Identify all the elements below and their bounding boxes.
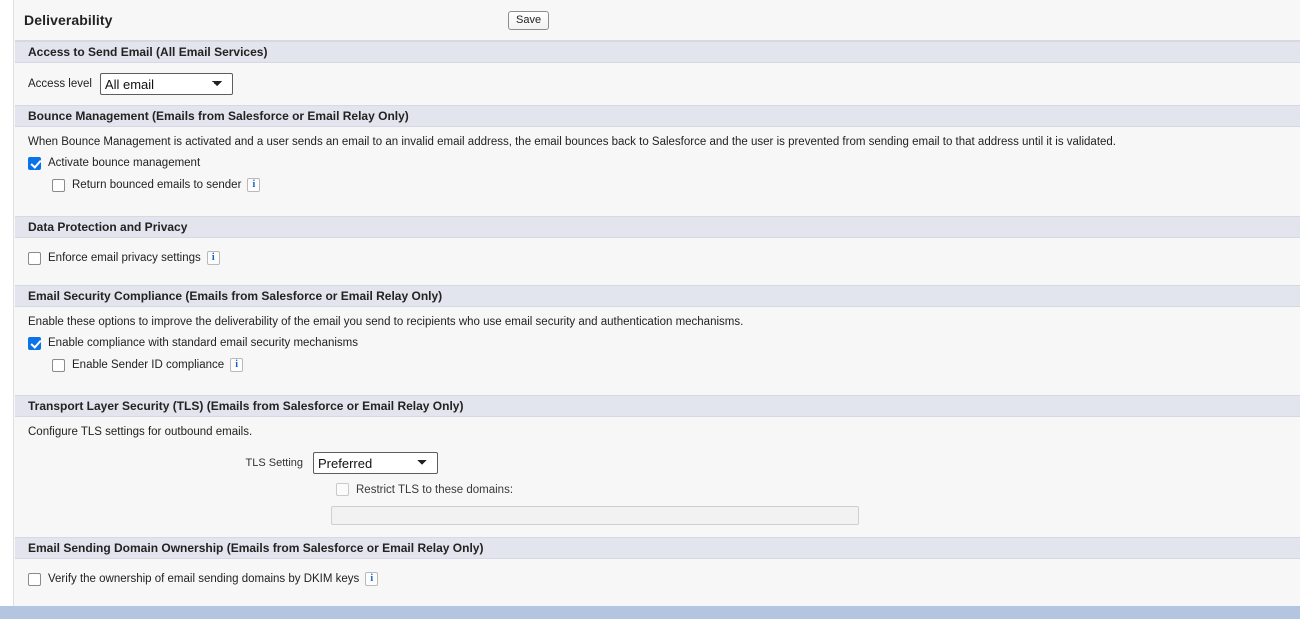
enforce-email-privacy-row: Enforce email privacy settings i <box>28 247 1300 269</box>
return-bounced-emails-label: Return bounced emails to sender <box>72 179 242 191</box>
restrict-tls-row: Restrict TLS to these domains: <box>28 474 1300 496</box>
tls-domains-input[interactable] <box>331 506 859 525</box>
enforce-email-privacy-checkbox[interactable] <box>28 251 41 265</box>
info-icon[interactable]: i <box>247 178 261 192</box>
section-body-data-protection-and-privacy: Enforce email privacy settings i <box>15 238 1300 285</box>
verify-domain-ownership-row: Verify the ownership of email sending do… <box>28 568 1300 590</box>
access-level-row: Access level No accessSystem email onlyA… <box>28 63 1300 105</box>
enable-compliance-checkbox[interactable] <box>28 336 41 350</box>
page-header: Deliverability Save <box>15 0 1300 41</box>
activate-bounce-management-label: Activate bounce management <box>48 157 201 169</box>
restrict-tls-label: Restrict TLS to these domains: <box>356 483 514 496</box>
verify-domain-ownership-label: Verify the ownership of email sending do… <box>48 573 360 585</box>
enable-sender-id-row: Enable Sender ID compliance i <box>28 354 1300 376</box>
enable-sender-id-checkbox[interactable] <box>52 358 65 372</box>
access-level-select[interactable]: No accessSystem email onlyAll email <box>99 73 233 95</box>
verify-domain-ownership-checkbox[interactable] <box>28 572 41 586</box>
section-body-email-security-compliance: Enable these options to improve the deli… <box>15 307 1300 395</box>
deliverability-page: Deliverability Save Access to Send Email… <box>0 0 1300 619</box>
enable-sender-id-label: Enable Sender ID compliance <box>72 359 225 371</box>
tls-setting-select[interactable]: PreferredRequiredRequired VerifyPreferre… <box>313 452 438 474</box>
left-gutter <box>0 0 14 606</box>
page-title: Deliverability <box>24 12 113 28</box>
tls-domains-row <box>28 496 1300 537</box>
bounce-management-description: When Bounce Management is activated and … <box>28 136 1117 148</box>
save-button[interactable]: Save <box>508 11 550 31</box>
page-content: Deliverability Save Access to Send Email… <box>15 0 1300 590</box>
info-icon[interactable]: i <box>206 251 220 265</box>
section-body-bounce-management: When Bounce Management is activated and … <box>15 127 1300 216</box>
enable-compliance-label: Enable compliance with standard email se… <box>48 337 359 349</box>
tls-setting-label: TLS Setting <box>245 457 303 469</box>
section-header-bounce-management: Bounce Management (Emails from Salesforc… <box>15 105 1300 127</box>
horizontal-scrollbar[interactable] <box>0 606 1300 619</box>
email-security-compliance-description: Enable these options to improve the deli… <box>28 316 744 328</box>
section-header-email-security-compliance: Email Security Compliance (Emails from S… <box>15 285 1300 307</box>
section-header-data-protection-and-privacy: Data Protection and Privacy <box>15 216 1300 238</box>
restrict-tls-checkbox[interactable] <box>336 483 349 496</box>
return-bounced-emails-row: Return bounced emails to sender i <box>28 174 1300 206</box>
info-icon[interactable]: i <box>230 358 244 372</box>
enforce-email-privacy-label: Enforce email privacy settings <box>48 252 201 264</box>
return-bounced-emails-checkbox[interactable] <box>52 178 65 192</box>
enable-compliance-row: Enable compliance with standard email se… <box>28 332 1300 354</box>
section-body-access-to-send-email: Access level No accessSystem email onlyA… <box>15 63 1300 105</box>
section-header-transport-layer-security: Transport Layer Security (TLS) (Emails f… <box>15 395 1300 417</box>
activate-bounce-management-row: Activate bounce management <box>28 152 1300 174</box>
section-body-email-sending-domain-ownership: Verify the ownership of email sending do… <box>15 559 1300 590</box>
activate-bounce-management-checkbox[interactable] <box>28 156 41 170</box>
section-body-transport-layer-security: Configure TLS settings for outbound emai… <box>15 417 1300 537</box>
access-level-label: Access level <box>28 78 92 90</box>
section-header-email-sending-domain-ownership: Email Sending Domain Ownership (Emails f… <box>15 537 1300 559</box>
info-icon[interactable]: i <box>365 572 379 586</box>
tls-setting-row: TLS Setting PreferredRequiredRequired Ve… <box>28 442 1300 474</box>
tls-description: Configure TLS settings for outbound emai… <box>28 426 253 438</box>
section-header-access-to-send-email: Access to Send Email (All Email Services… <box>15 41 1300 63</box>
